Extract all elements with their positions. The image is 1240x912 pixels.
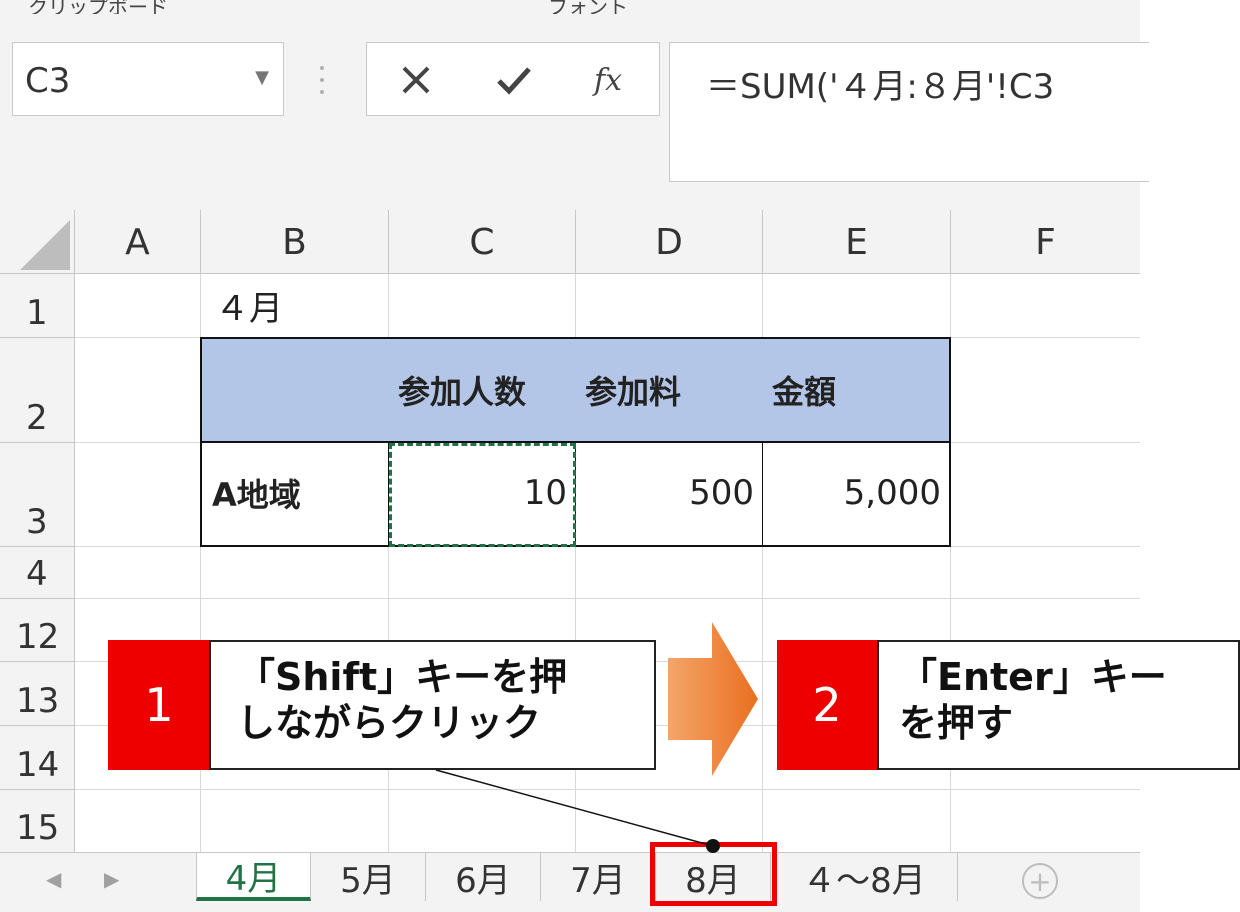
step-1-callout: 「Shift」キーを押 しながらクリック <box>209 640 656 770</box>
step-1-badge: 1 <box>108 640 210 770</box>
step-1-line-2: しながらクリック <box>237 701 542 745</box>
leader-line <box>435 769 720 853</box>
step-2-badge: 2 <box>777 640 877 770</box>
step-2-line-2: を押す <box>899 701 1014 745</box>
step-2-callout: 「Enter」キー を押す <box>877 640 1240 770</box>
step-1-line-1: 「Shift」キーを押 <box>237 655 568 699</box>
arrow-right-icon <box>668 622 758 776</box>
step-2-line-1: 「Enter」キー <box>899 655 1167 699</box>
